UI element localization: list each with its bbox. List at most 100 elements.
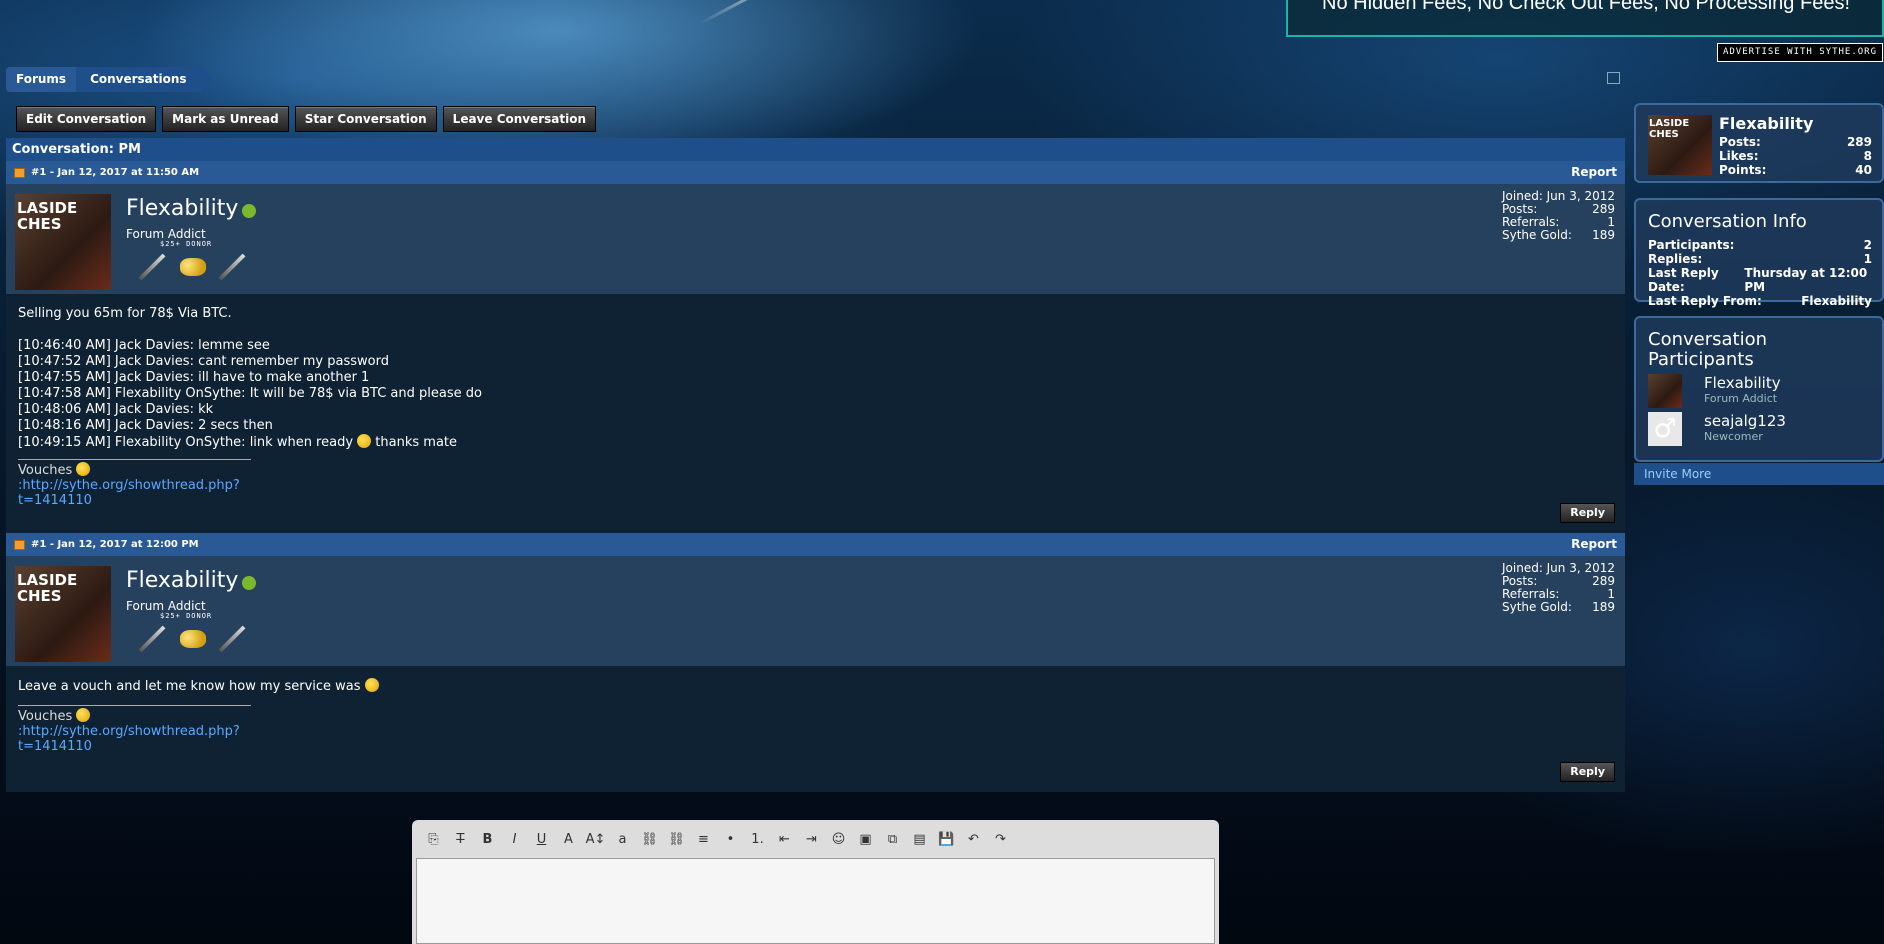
- visitor-avatar[interactable]: LASIDE CHES: [1648, 115, 1712, 175]
- stat-value[interactable]: 8: [1864, 149, 1872, 163]
- message-line: [10:46:40 AM] Jack Davies: lemme see: [18, 338, 270, 353]
- smilie-icon[interactable]: ☺: [825, 830, 852, 850]
- bold-icon[interactable]: B: [474, 830, 501, 850]
- link-icon[interactable]: ⛓: [636, 830, 663, 850]
- unlink-icon[interactable]: ⛓: [663, 830, 690, 850]
- align-icon[interactable]: ≡: [690, 830, 717, 850]
- editor-toolbar: ⎘ T̶ B I U A A↕ a ⛓ ⛓ ≡ • 1. ⇤ ⇥ ☺ ▣ ⧉ ▤…: [420, 830, 1014, 850]
- participant-name[interactable]: seajalg123: [1704, 412, 1786, 430]
- ad-text: No Hidden Fees, No Check Out Fees, No Pr…: [1322, 0, 1851, 14]
- username[interactable]: Flexability: [126, 568, 238, 593]
- shooting-star-decoration: [699, 0, 807, 25]
- gold-coins-icon: [176, 624, 210, 654]
- redo-icon[interactable]: ↷: [987, 830, 1014, 850]
- advertise-link[interactable]: ADVERTISE WITH SYTHE.ORG: [1717, 43, 1883, 62]
- text-color-icon[interactable]: A: [555, 830, 582, 850]
- message-line: [10:48:06 AM] Jack Davies: kk: [18, 402, 214, 417]
- default-avatar-icon[interactable]: ♂: [1648, 412, 1682, 446]
- avatar[interactable]: LASIDE CHES: [15, 194, 111, 290]
- stat-value: 189: [1592, 228, 1615, 242]
- avatar-text: LASIDE CHES: [1649, 118, 1690, 140]
- breadcrumb: Forums Conversations: [6, 67, 213, 92]
- message-line: Selling you 65m for 78$ Via BTC.: [18, 306, 232, 321]
- message-userbar: LASIDE CHES Flexability Forum Addict $25…: [6, 184, 1625, 294]
- font-size-icon[interactable]: A↕: [582, 830, 609, 850]
- reply-button[interactable]: Reply: [1560, 762, 1615, 782]
- report-link[interactable]: Report: [1571, 533, 1617, 556]
- info-label: Last Reply From:: [1648, 294, 1762, 308]
- stat-label: Likes:: [1719, 149, 1759, 163]
- image-icon[interactable]: ▣: [852, 830, 879, 850]
- username[interactable]: Flexability: [126, 196, 238, 221]
- message-text: [10:49:15 AM] Flexability OnSythe: link …: [18, 435, 358, 450]
- stat-label: Sythe Gold:: [1502, 228, 1572, 242]
- avatar[interactable]: LASIDE CHES: [15, 566, 111, 662]
- message-line: [18, 322, 1613, 338]
- smile-icon: [76, 462, 91, 476]
- italic-icon[interactable]: I: [501, 830, 528, 850]
- message-body: Leave a vouch and let me know how my ser…: [6, 666, 1625, 792]
- message-header: #1 - Jan 12, 2017 at 12:00 PM Report: [6, 533, 1625, 556]
- breadcrumb-conversations[interactable]: Conversations: [76, 67, 213, 92]
- popout-icon[interactable]: [1607, 72, 1620, 84]
- reply-editor: ⎘ T̶ B I U A A↕ a ⛓ ⛓ ≡ • 1. ⇤ ⇥ ☺ ▣ ⧉ ▤…: [412, 820, 1219, 944]
- stat-value[interactable]: 40: [1855, 163, 1872, 177]
- vouch-link[interactable]: :http://sythe.org/showthread.php?t=14141…: [18, 478, 240, 508]
- participant-item[interactable]: Flexability Forum Addict: [1648, 374, 1868, 410]
- outdent-icon[interactable]: ⇤: [771, 830, 798, 850]
- insert-icon[interactable]: ▤: [906, 830, 933, 850]
- leave-conversation-button[interactable]: Leave Conversation: [442, 106, 597, 132]
- breadcrumb-forums[interactable]: Forums: [6, 67, 77, 92]
- visitor-stats: Posts: 289 Likes: 8 Points: 40: [1719, 135, 1872, 177]
- gold-coins-icon: [176, 252, 210, 282]
- indent-icon[interactable]: ⇥: [798, 830, 825, 850]
- participant-item[interactable]: ♂ seajalg123 Newcomer: [1648, 412, 1868, 448]
- numbered-list-icon[interactable]: 1.: [744, 830, 771, 850]
- visitor-panel: LASIDE CHES Flexability Posts: 289 Likes:…: [1634, 103, 1884, 183]
- message-permalink[interactable]: #1 - Jan 12, 2017 at 11:50 AM: [31, 161, 199, 184]
- stat-value[interactable]: 289: [1847, 135, 1872, 149]
- clear-format-icon[interactable]: T̶: [447, 830, 474, 850]
- save-draft-icon[interactable]: 💾: [933, 830, 960, 850]
- participant-name[interactable]: Flexability: [1704, 374, 1781, 392]
- mark-unread-button[interactable]: Mark as Unread: [162, 106, 289, 132]
- underline-icon[interactable]: U: [528, 830, 555, 850]
- info-value[interactable]: Flexability: [1801, 294, 1872, 308]
- avatar-text: LASIDE CHES: [17, 199, 78, 233]
- info-label: Replies:: [1648, 252, 1703, 266]
- conversation-actions: Edit Conversation Mark as Unread Star Co…: [16, 106, 597, 132]
- sword-icon: [216, 252, 250, 282]
- reply-textarea[interactable]: [416, 858, 1215, 944]
- message-permalink[interactable]: #1 - Jan 12, 2017 at 12:00 PM: [31, 533, 199, 556]
- font-family-icon[interactable]: a: [609, 830, 636, 850]
- panel-title: Conversation Participants: [1648, 329, 1768, 370]
- visitor-name[interactable]: Flexability: [1719, 114, 1813, 133]
- user-stats: Joined: Jun 3, 2012 Posts: 289 Referrals: 1…: [1502, 562, 1615, 614]
- bullet-list-icon[interactable]: •: [717, 830, 744, 850]
- sword-icon: [136, 624, 170, 654]
- participant-title: Newcomer: [1704, 430, 1763, 443]
- signature-label: Vouches: [18, 463, 77, 478]
- top-ad-banner[interactable]: No Hidden Fees, No Check Out Fees, No Pr…: [1286, 0, 1884, 37]
- edit-conversation-button[interactable]: Edit Conversation: [16, 106, 157, 132]
- message-line: [10:48:16 AM] Jack Davies: 2 secs then: [18, 418, 273, 433]
- info-rows: Participants: 2 Replies: 1 Last Reply Date…: [1648, 238, 1872, 308]
- avatar-text: LASIDE CHES: [17, 571, 78, 605]
- invite-more-link[interactable]: Invite More: [1634, 463, 1884, 485]
- user-title: Forum Addict: [126, 227, 206, 241]
- user-title: Forum Addict: [126, 599, 206, 613]
- participant-avatar[interactable]: [1648, 374, 1682, 408]
- panel-title: Conversation Info: [1648, 211, 1807, 232]
- media-icon[interactable]: ⧉: [879, 830, 906, 850]
- reply-button[interactable]: Reply: [1560, 503, 1615, 523]
- vouch-link[interactable]: :http://sythe.org/showthread.php?t=14141…: [18, 724, 240, 754]
- info-value: 1: [1863, 252, 1872, 266]
- message-header: #1 - Jan 12, 2017 at 11:50 AM Report: [6, 161, 1625, 184]
- report-link[interactable]: Report: [1571, 161, 1617, 184]
- message-line: Leave a vouch and let me know how my ser…: [18, 678, 1613, 695]
- undo-icon[interactable]: ↶: [960, 830, 987, 850]
- signature: Vouches :http://sythe.org/showthread.php…: [18, 705, 251, 754]
- remove-format-icon[interactable]: ⎘: [420, 830, 447, 850]
- signature: Vouches :http://sythe.org/showthread.php…: [18, 459, 251, 508]
- star-conversation-button[interactable]: Star Conversation: [294, 106, 437, 132]
